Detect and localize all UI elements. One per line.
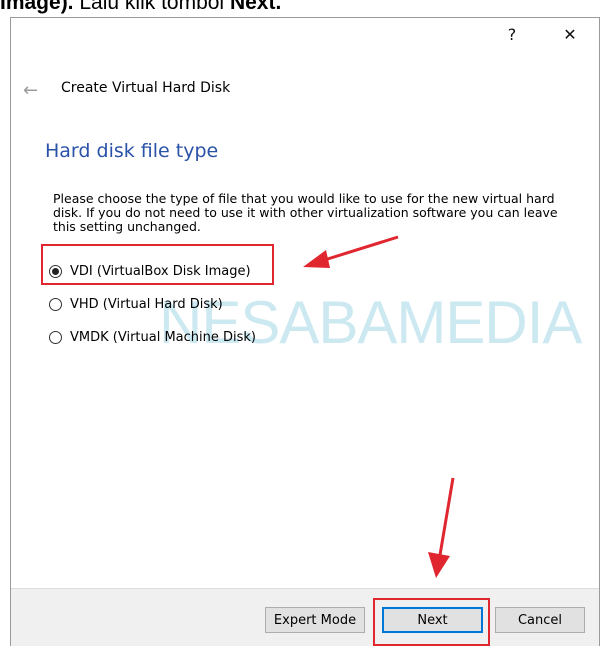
annotation-arrows bbox=[303, 235, 455, 578]
arrow-to-next-icon bbox=[428, 477, 455, 578]
arrow-to-vdi-icon bbox=[303, 235, 399, 268]
